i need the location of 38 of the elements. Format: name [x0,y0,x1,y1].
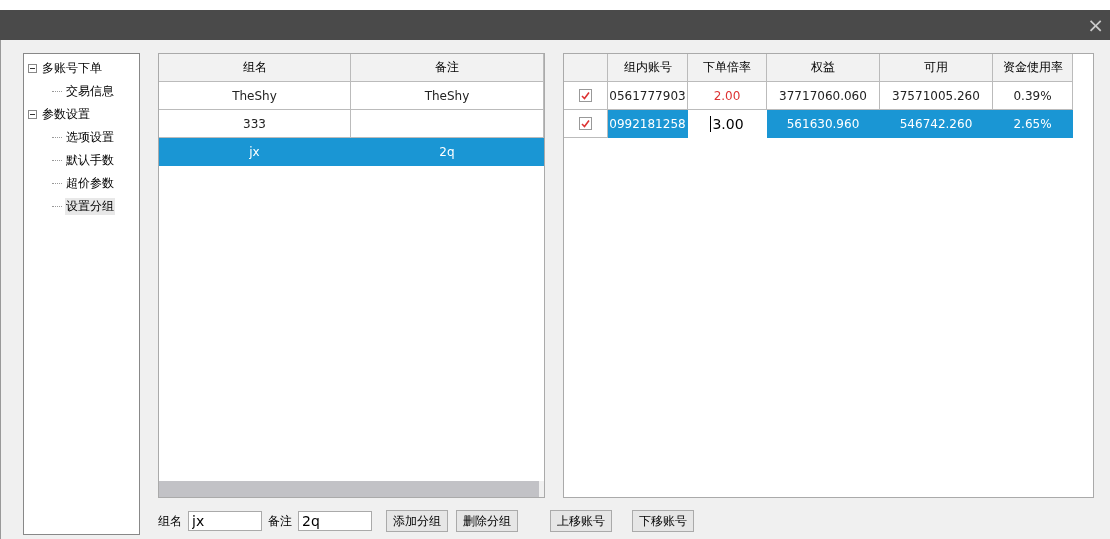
table-cell[interactable]: TheShy [351,82,544,110]
field-label: 组名 [158,512,182,530]
collapse-icon[interactable] [28,64,37,73]
input-field[interactable]: 3.00 [710,115,744,132]
button[interactable]: 下移账号 [632,510,694,532]
checkbox[interactable] [579,117,592,130]
table-cell[interactable] [351,110,544,138]
column-header: 资金使用率 [993,54,1073,82]
column-header: 下单倍率 [688,54,767,82]
button[interactable]: 添加分组 [386,510,448,532]
table-cell[interactable]: 2.00 [688,82,767,110]
field-label: 备注 [268,512,292,530]
tree-item[interactable]: 选项设置 [65,129,115,146]
input-field[interactable]: 2q [298,511,372,531]
tree-item[interactable]: 参数设置 [41,106,91,123]
table-cell[interactable]: 37717060.060 [767,82,880,110]
close-icon[interactable]: × [1087,15,1104,35]
tree-item[interactable]: 多账号下单 [41,60,103,77]
tree-item[interactable]: 超价参数 [65,175,115,192]
column-header: 组名 [159,54,351,82]
table-cell[interactable]: 333 [159,110,351,138]
tree-item[interactable]: 交易信息 [65,83,115,100]
scrollbar[interactable] [159,481,544,497]
tree-item[interactable]: 设置分组 [65,198,115,215]
table-cell[interactable]: TheShy [159,82,351,110]
table-cell[interactable]: 37571005.260 [880,82,993,110]
table-cell[interactable]: 0.39% [993,82,1073,110]
input-field[interactable]: jx [188,511,262,531]
column-header: 可用 [880,54,993,82]
column-header: 权益 [767,54,880,82]
column-header: 组内账号 [608,54,688,82]
tree-item[interactable]: 默认手数 [65,152,115,169]
column-header: 备注 [351,54,544,82]
checkbox[interactable] [579,89,592,102]
button[interactable]: 删除分组 [456,510,518,532]
table-cell[interactable]: 0561777903 [608,82,688,110]
button[interactable]: 上移账号 [550,510,612,532]
collapse-icon[interactable] [28,110,37,119]
